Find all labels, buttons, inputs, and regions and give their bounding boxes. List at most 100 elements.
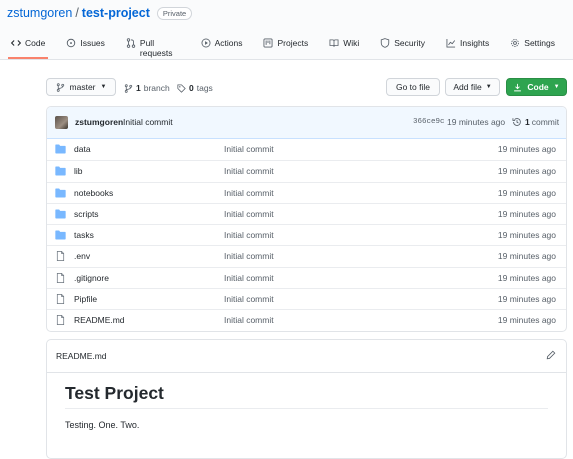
file-commit-message[interactable]: Initial commit <box>224 188 274 198</box>
code-button-label: Code <box>527 82 549 92</box>
tag-icon <box>177 83 186 93</box>
file-list: data Initial commit 19 minutes ago lib Initi… <box>47 139 566 331</box>
file-row[interactable]: .env Initial commit 19 minutes ago <box>47 245 566 266</box>
book-icon <box>329 38 339 48</box>
tab-issues[interactable]: Issues <box>63 38 108 59</box>
file-commit-message[interactable]: Initial commit <box>224 144 274 154</box>
download-icon <box>514 83 522 91</box>
file-commit-age: 19 minutes ago <box>497 272 556 283</box>
tab-label: Wiki <box>343 38 360 48</box>
file-name-link[interactable]: notebooks <box>74 188 113 198</box>
file-commit-age: 19 minutes ago <box>497 251 556 262</box>
repo-owner-link[interactable]: zstumgoren <box>7 6 72 20</box>
history-icon <box>512 118 521 126</box>
file-commit-message[interactable]: Initial commit <box>224 315 274 325</box>
file-icon <box>56 294 65 305</box>
branch-select-button[interactable]: master ▼ <box>46 78 116 96</box>
folder-icon <box>55 230 66 240</box>
readme-panel: README.md Test Project Testing. One. Two… <box>46 339 567 459</box>
file-name-link[interactable]: README.md <box>74 315 125 325</box>
file-name-link[interactable]: data <box>74 144 91 154</box>
readme-heading: Test Project <box>65 383 164 403</box>
commit-author[interactable]: zstumgoren <box>75 117 123 127</box>
tab-label: Pull requests <box>139 38 173 58</box>
code-icon <box>11 38 21 48</box>
tab-wiki[interactable]: Wiki <box>326 38 362 59</box>
file-row[interactable]: Pipfile Initial commit 19 minutes ago <box>47 288 566 309</box>
shield-icon <box>380 38 390 48</box>
file-name-link[interactable]: Pipfile <box>74 294 97 304</box>
tab-label: Actions <box>214 38 243 48</box>
file-commit-message[interactable]: Initial commit <box>224 251 274 261</box>
file-icon <box>56 272 65 283</box>
tab-actions[interactable]: Actions <box>198 38 246 59</box>
file-commit-age: 19 minutes ago <box>497 144 556 154</box>
pencil-icon[interactable] <box>546 350 556 360</box>
tab-label: Settings <box>524 38 555 48</box>
avatar[interactable] <box>55 116 68 129</box>
commit-history-link[interactable]: 1 commit <box>512 117 559 127</box>
commit-message[interactable]: Initial commit <box>123 117 173 127</box>
file-name-link[interactable]: .gitignore <box>74 273 109 283</box>
readme-body: Testing. One. Two. <box>65 420 140 430</box>
add-file-label: Add file <box>453 82 482 92</box>
file-commit-age: 19 minutes ago <box>497 315 556 326</box>
folder-icon <box>55 209 66 219</box>
readme-filename: README.md <box>56 351 107 361</box>
tab-security[interactable]: Security <box>377 38 428 59</box>
tags-count: 0 <box>189 83 194 93</box>
commit-count: 1 <box>525 117 530 127</box>
chevron-down-icon: ▼ <box>100 84 107 90</box>
commit-sha[interactable]: 366ce9c <box>413 118 445 126</box>
file-row[interactable]: lib Initial commit 19 minutes ago <box>47 160 566 181</box>
go-to-file-button[interactable]: Go to file <box>386 78 440 96</box>
tab-projects[interactable]: Projects <box>260 38 311 59</box>
tab-label: Insights <box>459 38 490 48</box>
graph-icon <box>446 38 456 48</box>
branches-link[interactable]: 1 branch <box>124 83 170 93</box>
file-commit-message[interactable]: Initial commit <box>224 294 274 304</box>
file-row[interactable]: data Initial commit 19 minutes ago <box>47 139 566 160</box>
file-commit-message[interactable]: Initial commit <box>224 166 274 176</box>
code-dropdown-button[interactable]: Code ▼ <box>506 78 567 96</box>
tab-insights[interactable]: Insights <box>443 38 492 59</box>
file-commit-message[interactable]: Initial commit <box>224 273 274 283</box>
file-icon <box>56 315 65 326</box>
file-name-link[interactable]: .env <box>74 251 90 261</box>
file-row[interactable]: scripts Initial commit 19 minutes ago <box>47 202 566 224</box>
file-name-link[interactable]: lib <box>74 166 83 176</box>
branches-label: branch <box>143 83 170 93</box>
file-commit-message[interactable]: Initial commit <box>224 230 274 240</box>
tags-label: tags <box>196 83 213 93</box>
file-row[interactable]: notebooks Initial commit 19 minutes ago <box>47 181 566 203</box>
commit-age: 19 minutes ago <box>447 117 506 127</box>
file-commit-message[interactable]: Initial commit <box>224 209 274 219</box>
pull-request-icon <box>126 38 136 48</box>
add-file-button[interactable]: Add file ▼ <box>445 78 500 96</box>
file-row[interactable]: .gitignore Initial commit 19 minutes ago <box>47 266 566 288</box>
file-row[interactable]: tasks Initial commit 19 minutes ago <box>47 224 566 245</box>
repo-separator: / <box>75 6 79 20</box>
file-name-link[interactable]: tasks <box>74 230 94 240</box>
readme-divider <box>65 408 548 409</box>
file-name-link[interactable]: scripts <box>74 209 99 219</box>
repo-name-link[interactable]: test-project <box>82 6 150 20</box>
file-commit-age: 19 minutes ago <box>497 208 556 219</box>
tab-pull-requests[interactable]: Pull requests <box>123 38 183 59</box>
branch-icon <box>56 82 64 92</box>
tab-settings[interactable]: Settings <box>507 38 558 59</box>
tab-code[interactable]: Code <box>8 38 49 59</box>
branches-count: 1 <box>136 83 141 93</box>
tab-label: Security <box>394 38 425 48</box>
file-row[interactable]: README.md Initial commit 19 minutes ago <box>47 309 566 330</box>
tab-label: Issues <box>80 38 105 48</box>
chevron-down-icon: ▼ <box>485 84 492 90</box>
file-commit-age: 19 minutes ago <box>497 230 556 241</box>
play-icon <box>201 38 211 48</box>
file-icon <box>56 251 65 262</box>
tags-link[interactable]: 0 tags <box>177 83 213 93</box>
repo-title: zstumgoren / test-project Private <box>7 6 193 20</box>
project-icon <box>263 38 273 48</box>
latest-commit-bar: zstumgoren Initial commit 366ce9c 19 min… <box>47 107 566 139</box>
gear-icon <box>510 38 520 48</box>
